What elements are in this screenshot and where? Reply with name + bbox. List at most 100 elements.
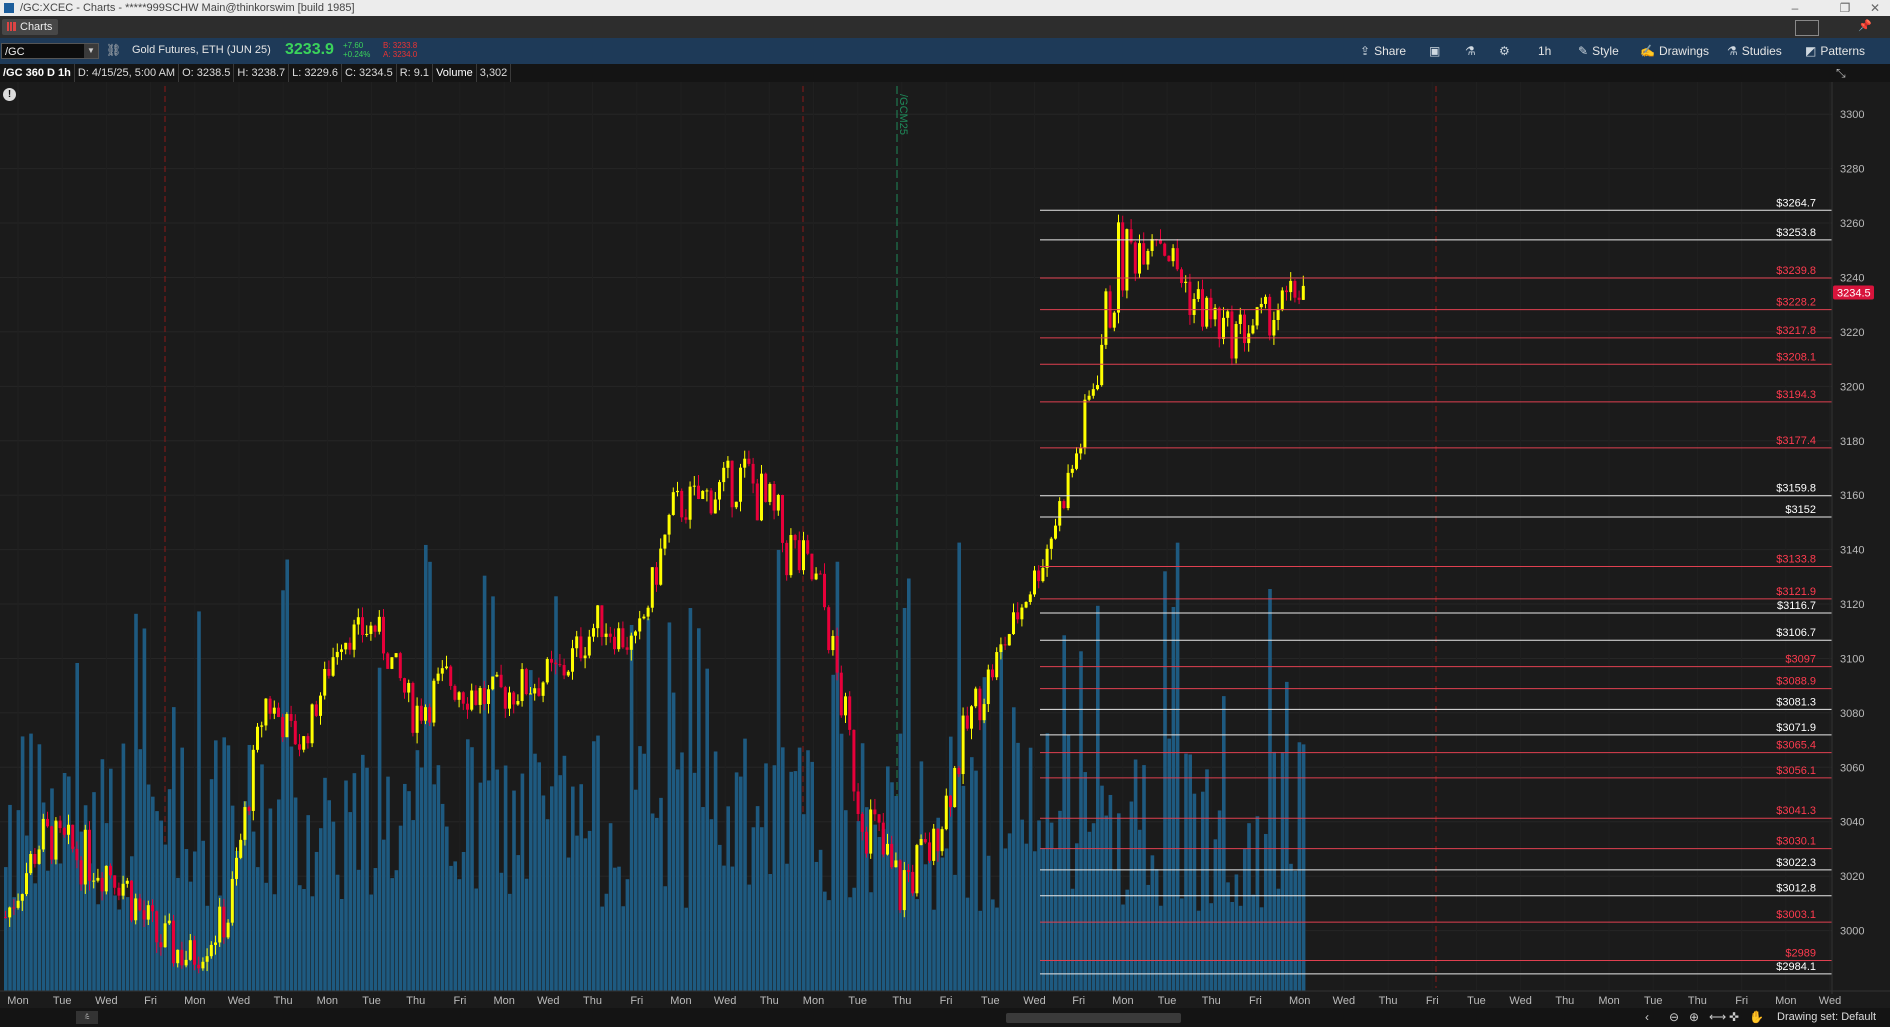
candle-body	[331, 657, 335, 676]
fit-horizontal-icon[interactable]: ⟷	[1709, 1010, 1726, 1024]
expand-panel-icon[interactable]: ⩯	[76, 1011, 98, 1024]
volume-bar	[1121, 904, 1125, 991]
price-level-label: $3239.8	[1776, 265, 1816, 277]
volume-bar	[327, 800, 331, 991]
volume-bar	[776, 549, 781, 991]
quote-button[interactable]: ▣	[1429, 42, 1444, 60]
price-level-label: $3022.3	[1776, 857, 1816, 869]
volume-bar	[1196, 910, 1201, 991]
volume-bar	[369, 894, 373, 991]
volume-bar	[323, 777, 327, 991]
candle-body	[856, 791, 860, 814]
candle-body	[1070, 468, 1074, 473]
candle-body	[802, 540, 805, 571]
layout-icon[interactable]	[1795, 20, 1819, 36]
flask-button[interactable]: ⚗	[1465, 42, 1480, 60]
candle-body	[226, 922, 230, 938]
volume-bar	[764, 763, 768, 991]
time-tick-label: Mon	[803, 995, 824, 1007]
candle-body	[1234, 324, 1238, 359]
candle-body	[487, 689, 490, 704]
candle-body	[592, 628, 595, 637]
candle-body	[1171, 248, 1175, 262]
link-icon[interactable]: ⛓	[106, 43, 121, 57]
change-abs: +7.60	[343, 41, 364, 50]
share-button[interactable]: ⇪ Share	[1360, 42, 1406, 60]
time-scrollbar[interactable]: ⩯ ‹ ⊖ ⊕ ⟷ ✜ ✋ Drawing set: Default	[0, 1008, 1890, 1027]
candle-body	[92, 880, 96, 882]
maximize-button[interactable]: ❐	[1830, 0, 1860, 16]
candle-body	[634, 631, 637, 636]
volume-bar	[1150, 855, 1155, 991]
volume-bar	[1154, 869, 1159, 991]
collapse-icon[interactable]: ⤡	[1836, 66, 1846, 81]
candle-body	[1012, 612, 1015, 635]
volume-bar	[911, 891, 915, 991]
window-titlebar: /GC:XCEC - Charts - *****999SCHW Main@th…	[0, 0, 1890, 16]
price-level-label: $3116.7	[1777, 600, 1816, 612]
scroll-thumb[interactable]	[1006, 1013, 1181, 1023]
zoom-out-icon[interactable]: ⊖	[1669, 1010, 1679, 1024]
pin-icon[interactable]: 📌	[1858, 19, 1872, 32]
volume-bar	[638, 746, 642, 991]
candle-body	[113, 875, 117, 888]
volume-bar	[4, 867, 8, 991]
candle-body	[37, 849, 41, 864]
time-tick-label: Wed	[228, 995, 250, 1007]
price-tick-label: 3300	[1840, 109, 1864, 121]
volume-bar	[873, 824, 877, 991]
chevron-down-icon[interactable]: ▼	[84, 44, 98, 58]
drawings-button[interactable]: ✍ Drawings	[1640, 42, 1709, 60]
minimize-button[interactable]: –	[1780, 0, 1810, 16]
price-chart[interactable]: /GCM25 $3264.7 $3253.8 $3239.8 $3228.2 $3217…	[0, 82, 1890, 1027]
zoom-in-icon[interactable]: ⊕	[1689, 1010, 1699, 1024]
timeframe-label: 1h	[1538, 44, 1552, 58]
candle-body	[734, 501, 738, 508]
style-icon: ✎	[1578, 44, 1589, 58]
volume-bar	[571, 786, 575, 991]
crosshair-icon[interactable]: ✜	[1729, 1010, 1739, 1024]
studies-label: Studies	[1741, 44, 1782, 58]
candle-body	[319, 695, 322, 716]
volume-bar	[344, 780, 348, 991]
style-button[interactable]: ✎ Style	[1578, 42, 1619, 60]
candle-body	[1184, 281, 1188, 284]
volume-bar	[596, 735, 600, 991]
candle-body	[940, 829, 944, 852]
volume-bar	[978, 910, 982, 991]
close-button[interactable]: ✕	[1860, 0, 1890, 16]
candle-body	[1238, 314, 1242, 325]
volume-bar	[482, 575, 487, 991]
volume-bar	[827, 900, 831, 991]
candle-body	[1054, 525, 1057, 539]
candle-body	[970, 706, 973, 729]
tab-charts[interactable]: Charts	[2, 19, 59, 35]
candle-body	[1045, 548, 1049, 568]
volume-bar	[138, 749, 142, 991]
volume-bar	[860, 743, 865, 991]
volume-bar	[663, 886, 667, 991]
pan-hand-icon[interactable]: ✋	[1749, 1010, 1764, 1024]
volume-bar	[512, 790, 516, 991]
candle-body	[104, 865, 108, 892]
scroll-left-icon[interactable]: ‹	[1645, 1010, 1649, 1024]
candle-body	[1192, 298, 1196, 315]
studies-button[interactable]: ⚗ Studies	[1727, 42, 1782, 60]
timeframe-button[interactable]: 1h	[1538, 42, 1551, 60]
candle-body	[256, 726, 259, 750]
candle-body	[667, 514, 671, 535]
candle-body	[1075, 453, 1078, 469]
volume-bar	[823, 891, 827, 991]
price-level-label: $3106.7	[1776, 627, 1816, 639]
candle-body	[722, 467, 726, 483]
candle-body	[575, 636, 579, 649]
alert-icon[interactable]: !	[3, 88, 16, 101]
volume-bar	[886, 766, 890, 991]
candle-body	[709, 490, 713, 514]
symbol-input[interactable]: /GC ▼	[1, 43, 99, 59]
patterns-button[interactable]: ◩ Patterns	[1805, 42, 1865, 60]
volume-bar	[436, 765, 441, 991]
candle-body	[100, 877, 104, 892]
settings-button[interactable]: ⚙	[1499, 42, 1514, 60]
candle-body	[121, 883, 125, 896]
